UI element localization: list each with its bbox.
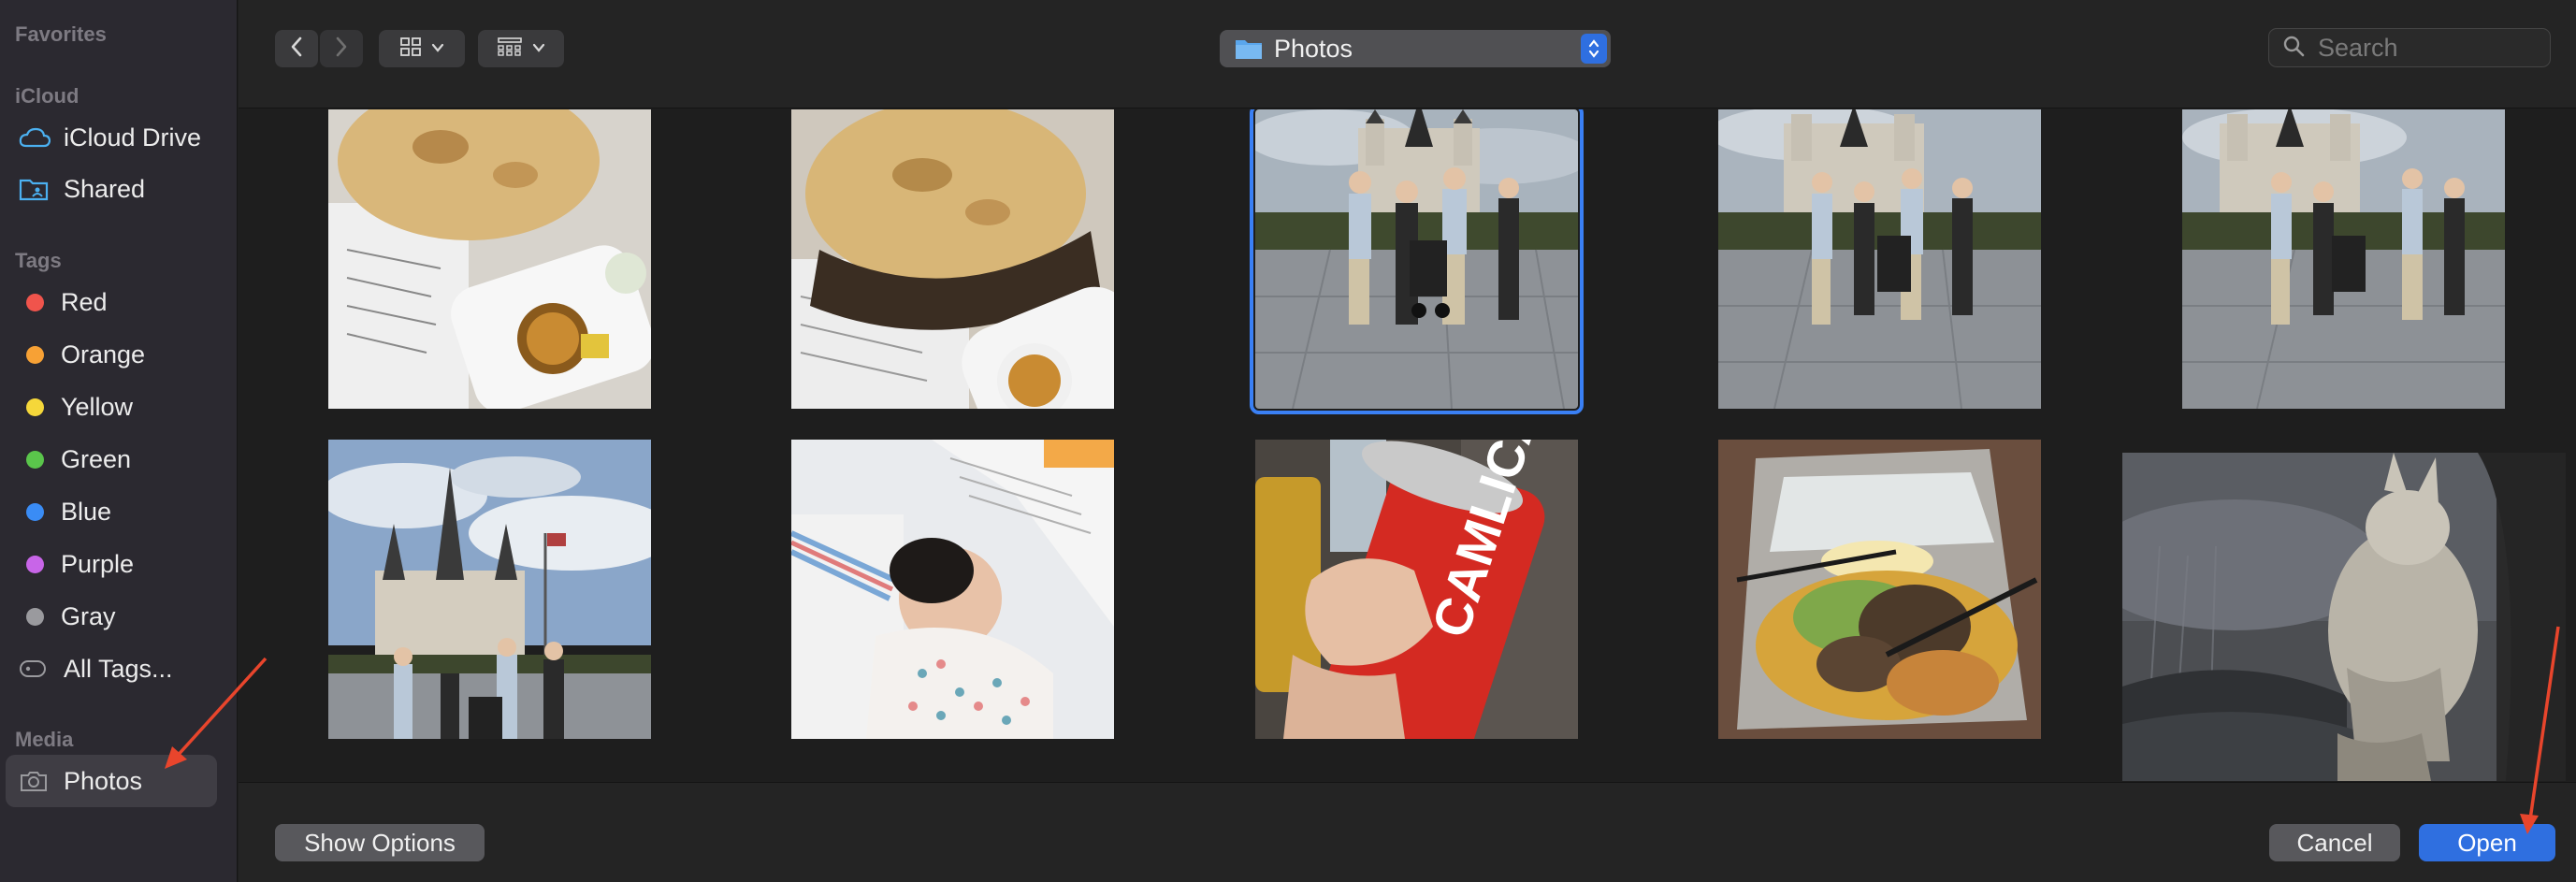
search-input[interactable] <box>2318 33 2542 63</box>
sidebar: Favorites iCloud iCloud Drive Shared Tag… <box>0 0 238 882</box>
photo-thumbnail-camlica-can[interactable]: CAMLICA <box>1255 440 1578 739</box>
photo-thumbnail-bread-1[interactable] <box>328 109 651 409</box>
purple-tag-icon <box>26 555 44 573</box>
folder-icon <box>1235 37 1263 60</box>
sidebar-item-tag-orange[interactable]: Orange <box>6 328 217 381</box>
dialog-footer: Show Options Cancel Open <box>239 782 2576 882</box>
photo-thumbnail-cathedral-2[interactable] <box>1718 109 2041 409</box>
sidebar-item-label: Red <box>61 287 108 316</box>
sidebar-item-label: iCloud Drive <box>64 123 202 152</box>
sidebar-item-all-tags[interactable]: All Tags... <box>6 643 217 695</box>
favorites-heading: Favorites <box>15 22 107 46</box>
chevron-left-icon <box>290 36 303 62</box>
sidebar-item-label: Purple <box>61 549 135 578</box>
sidebar-item-label: Yellow <box>61 392 134 421</box>
view-mode-button[interactable] <box>379 30 465 67</box>
sidebar-item-tag-green[interactable]: Green <box>6 433 217 485</box>
sidebar-item-icloud-drive[interactable]: iCloud Drive <box>6 111 217 164</box>
tag-outline-icon <box>19 655 54 683</box>
red-tag-icon <box>26 293 44 311</box>
tags-heading: Tags <box>15 249 62 272</box>
location-label: Photos <box>1274 34 1353 63</box>
green-tag-icon <box>26 450 44 469</box>
photo-thumbnail-bread-2[interactable] <box>791 109 1114 409</box>
sidebar-item-label: Green <box>61 444 132 473</box>
cancel-button[interactable]: Cancel <box>2269 824 2400 861</box>
sidebar-item-label: Gray <box>61 601 116 630</box>
sidebar-item-tag-yellow[interactable]: Yellow <box>6 381 217 433</box>
search-field[interactable] <box>2268 28 2551 67</box>
yellow-tag-icon <box>26 398 44 416</box>
icloud-heading: iCloud <box>15 84 80 108</box>
sidebar-item-shared[interactable]: Shared <box>6 163 217 215</box>
chevron-right-icon <box>335 36 348 62</box>
location-popup[interactable]: Photos <box>1220 30 1611 67</box>
photo-thumbnail-cathedral-3[interactable] <box>2182 109 2505 409</box>
photo-thumbnail-cathedral-1[interactable] <box>1250 109 1584 414</box>
sidebar-item-label: Orange <box>61 340 146 369</box>
cloud-icon <box>19 123 54 152</box>
sidebar-item-label: All Tags... <box>64 654 173 683</box>
sidebar-item-tag-purple[interactable]: Purple <box>6 538 217 590</box>
orange-tag-icon <box>26 345 44 364</box>
sidebar-item-label: Photos <box>64 766 143 795</box>
sidebar-item-tag-gray[interactable]: Gray <box>6 590 217 643</box>
open-button[interactable]: Open <box>2419 824 2555 861</box>
photo-thumbnail-takeout-food[interactable] <box>1718 440 2041 739</box>
search-icon <box>2282 35 2305 62</box>
toolbar: Photos <box>239 0 2576 108</box>
forward-button[interactable] <box>320 30 363 67</box>
group-by-button[interactable] <box>478 30 564 67</box>
stepper-chevrons-icon <box>1581 34 1607 64</box>
chevron-down-icon <box>431 40 444 57</box>
photo-thumbnail-wolf-artwork[interactable] <box>2122 453 2566 781</box>
group-grid-icon <box>497 36 523 62</box>
camera-icon <box>19 767 54 795</box>
sidebar-item-label: Blue <box>61 497 112 526</box>
open-file-dialog: Favorites iCloud iCloud Drive Shared Tag… <box>0 0 2576 882</box>
media-heading: Media <box>15 728 74 751</box>
sidebar-item-photos[interactable]: Photos <box>6 755 217 807</box>
back-button[interactable] <box>275 30 318 67</box>
photo-grid: CAMLICA <box>239 109 2576 781</box>
sidebar-item-tag-red[interactable]: Red <box>6 276 217 328</box>
shared-folder-icon <box>19 175 54 203</box>
sidebar-item-label: Shared <box>64 174 146 203</box>
photo-thumbnail-baby[interactable] <box>791 440 1114 739</box>
chevron-down-icon <box>532 40 545 57</box>
icon-grid-icon <box>399 36 422 62</box>
show-options-button[interactable]: Show Options <box>275 824 485 861</box>
sidebar-item-tag-blue[interactable]: Blue <box>6 485 217 538</box>
gray-tag-icon <box>26 607 44 626</box>
photo-thumbnail-cathedral-4[interactable] <box>328 440 651 739</box>
blue-tag-icon <box>26 502 44 521</box>
